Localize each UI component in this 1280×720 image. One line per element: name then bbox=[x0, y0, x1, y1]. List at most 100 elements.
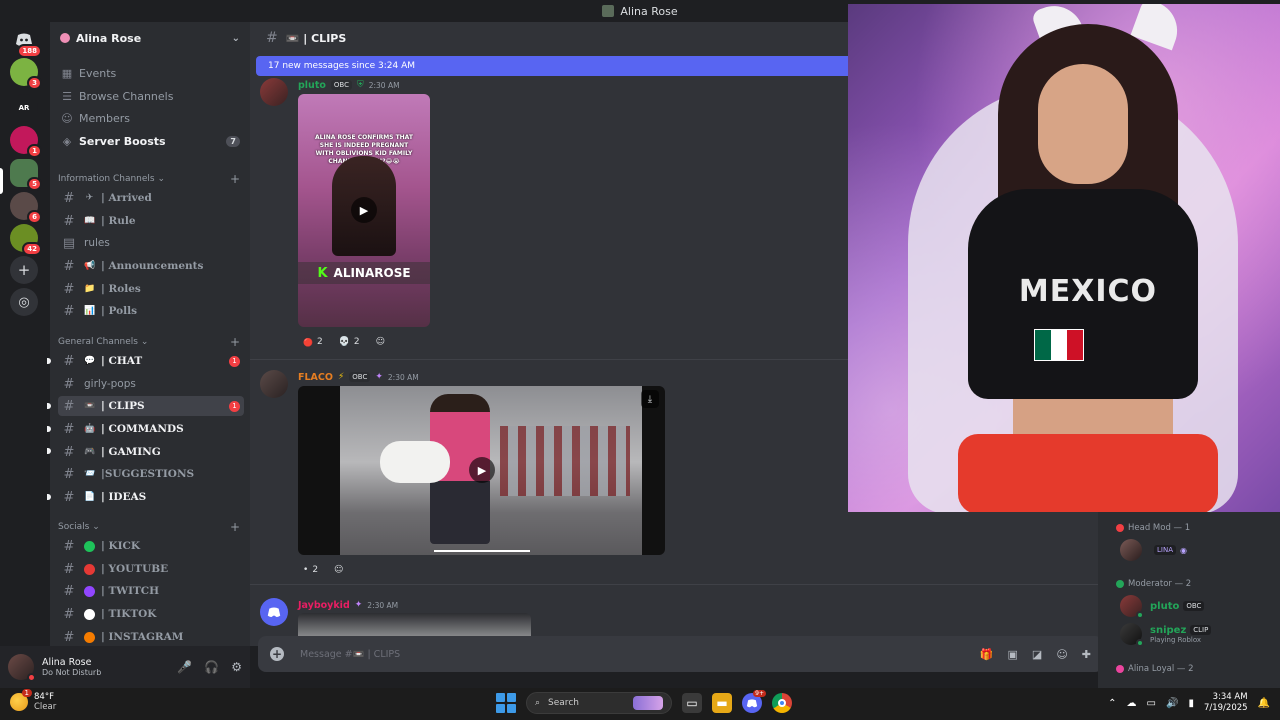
channel-girly-pops[interactable]: # girly-pops bbox=[58, 374, 244, 394]
channel-chat[interactable]: # 💬 | CHAT 1 bbox=[58, 351, 244, 371]
add-attachment-icon[interactable]: + bbox=[270, 647, 284, 661]
message-author[interactable]: FLACO bbox=[298, 372, 333, 383]
members-icon: ☺ bbox=[61, 111, 73, 125]
clock-date: 7/19/2025 bbox=[1203, 703, 1248, 713]
sticker-icon[interactable]: ◪ bbox=[1032, 648, 1042, 661]
gift-icon[interactable]: 🎁 bbox=[980, 648, 994, 661]
notification-bell-icon[interactable]: 🔔 bbox=[1258, 698, 1270, 709]
chevron-down-icon: ⌄ bbox=[231, 32, 240, 44]
nav-server-boosts[interactable]: ◈ Server Boosts 7 bbox=[58, 131, 244, 151]
category-general[interactable]: General Channels ⌄ + bbox=[58, 335, 244, 349]
hash-icon: # bbox=[63, 629, 75, 645]
server-icon-5[interactable]: 5 bbox=[10, 159, 42, 191]
member-item[interactable]: snipez CLIP Playing Roblox bbox=[1120, 622, 1212, 647]
plus-icon: + bbox=[17, 261, 31, 279]
role-icon bbox=[1116, 665, 1124, 673]
channel-announcements[interactable]: # 📢 | Announcements bbox=[58, 256, 244, 276]
user-avatar[interactable] bbox=[8, 654, 36, 682]
channel-suggestions[interactable]: # 📨 |SUGGESTIONS bbox=[58, 464, 244, 484]
channel-gaming[interactable]: # 🎮 | GAMING bbox=[58, 442, 244, 462]
gif-icon[interactable]: ▣ bbox=[1008, 648, 1018, 661]
hash-icon: # bbox=[63, 303, 75, 319]
taskbar-clock[interactable]: 3:34 AM 7/19/2025 bbox=[1204, 692, 1248, 714]
server-name: Alina Rose bbox=[76, 31, 142, 45]
video-progress[interactable] bbox=[434, 550, 530, 552]
add-server-button[interactable]: + bbox=[10, 256, 38, 284]
reaction[interactable]: 💀 2 bbox=[334, 335, 365, 349]
channel-instagram[interactable]: # | INSTAGRAM bbox=[58, 627, 244, 646]
channel-kick[interactable]: # | KICK bbox=[58, 536, 244, 556]
channel-polls[interactable]: # 📊 | Polls bbox=[58, 301, 244, 321]
chrome-icon[interactable] bbox=[772, 693, 792, 713]
add-reaction-icon[interactable]: ☺ bbox=[371, 335, 390, 349]
category-information[interactable]: Information Channels ⌄ + bbox=[58, 172, 244, 186]
headphones-icon[interactable]: 🎧 bbox=[204, 660, 219, 674]
server-header[interactable]: Alina Rose ⌄ bbox=[50, 22, 250, 54]
apps-icon[interactable]: ✚ bbox=[1082, 648, 1091, 661]
message-avatar[interactable] bbox=[260, 598, 288, 626]
new-messages-bar[interactable]: 17 new messages since 3:24 AM bbox=[256, 56, 848, 76]
add-channel-icon[interactable]: + bbox=[230, 520, 240, 534]
battery-icon[interactable]: ▮ bbox=[1188, 698, 1194, 709]
channel-clips[interactable]: # 📼 | CLIPS 1 bbox=[58, 396, 244, 416]
channel-tiktok[interactable]: # | TIKTOK bbox=[58, 604, 244, 624]
server-icon-7[interactable]: 42 bbox=[10, 224, 42, 256]
chevron-up-icon[interactable]: ⌃ bbox=[1108, 698, 1116, 709]
nav-events[interactable]: ▦ Events bbox=[58, 63, 244, 83]
channel-roles[interactable]: # 📁 | Roles bbox=[58, 279, 244, 299]
message-avatar[interactable] bbox=[260, 370, 288, 398]
channel-commands[interactable]: # 🤖 | COMMANDS bbox=[58, 419, 244, 439]
add-channel-icon[interactable]: + bbox=[230, 335, 240, 349]
nav-browse-channels[interactable]: ☰ Browse Channels bbox=[58, 86, 244, 106]
message-time: 2:30 AM bbox=[367, 600, 399, 610]
webcam-person-face bbox=[1038, 64, 1128, 184]
channel-youtube[interactable]: # | YOUTUBE bbox=[58, 559, 244, 579]
file-explorer-icon[interactable]: ▬ bbox=[712, 693, 732, 713]
reaction[interactable]: • 2 bbox=[298, 563, 323, 577]
member-item[interactable]: LINA ◉ bbox=[1120, 538, 1187, 562]
channel-ideas[interactable]: # 📄 | IDEAS bbox=[58, 487, 244, 507]
category-label: General Channels bbox=[58, 337, 138, 347]
download-icon[interactable]: ⤓ bbox=[641, 390, 659, 408]
play-icon[interactable]: ▶ bbox=[469, 457, 495, 483]
message-author[interactable]: pluto bbox=[298, 80, 326, 91]
weather-widget[interactable]: 1 84°F Clear bbox=[10, 689, 56, 712]
nav-members[interactable]: ☺ Members bbox=[58, 108, 244, 128]
discord-home-button[interactable]: 188 bbox=[10, 26, 42, 58]
volume-icon[interactable]: 🔊 bbox=[1166, 698, 1178, 709]
server-icon-6[interactable]: 6 bbox=[10, 192, 42, 224]
taskbar-search[interactable]: ⌕ Search bbox=[526, 692, 672, 714]
message-composer[interactable]: + Message #📼 | CLIPS 🎁 ▣ ◪ ☺ ✚ bbox=[258, 636, 1103, 672]
play-icon[interactable]: ▶ bbox=[351, 197, 377, 223]
hash-icon: # bbox=[63, 258, 75, 274]
server-icon-ar[interactable]: AR bbox=[10, 94, 38, 122]
channel-arrived[interactable]: # ✈ | Arrived bbox=[58, 188, 244, 208]
microphone-icon[interactable]: 🎤 bbox=[177, 660, 192, 674]
compass-icon: ◎ bbox=[18, 294, 30, 310]
explore-servers-button[interactable]: ◎ bbox=[10, 288, 38, 316]
channel-rule[interactable]: # 📖 | Rule bbox=[58, 211, 244, 231]
gear-icon[interactable]: ⚙ bbox=[231, 660, 242, 674]
message-author[interactable]: Jayboykid bbox=[298, 600, 350, 611]
hash-icon: # bbox=[63, 421, 75, 437]
channel-twitch[interactable]: # | TWITCH bbox=[58, 581, 244, 601]
discord-taskbar-icon[interactable]: 9+ bbox=[742, 690, 766, 713]
cloud-icon[interactable]: ☁ bbox=[1127, 698, 1137, 709]
task-view-icon[interactable]: ▭ bbox=[682, 693, 702, 713]
server-badge: 42 bbox=[22, 242, 42, 256]
category-socials[interactable]: Socials ⌄ + bbox=[58, 520, 244, 534]
add-channel-icon[interactable]: + bbox=[230, 172, 240, 186]
reaction[interactable]: 🔴 2 bbox=[298, 335, 328, 349]
kick-logo-icon: K bbox=[317, 265, 328, 281]
channel-rules[interactable]: ▤ rules bbox=[58, 233, 244, 253]
windows-start-icon[interactable] bbox=[496, 693, 516, 713]
server-icon-4[interactable]: 1 bbox=[10, 126, 42, 158]
emoji-icon[interactable]: ☺ bbox=[1056, 648, 1067, 661]
message-avatar[interactable] bbox=[260, 78, 288, 106]
member-item[interactable]: pluto OBC bbox=[1120, 594, 1205, 619]
video-attachment[interactable]: ALINA ROSE CONFIRMS THAT SHE IS INDEED P… bbox=[298, 94, 430, 327]
network-icon[interactable]: ▭ bbox=[1147, 698, 1156, 709]
server-icon-2[interactable]: 3 bbox=[10, 58, 42, 90]
video-attachment[interactable]: ▶ ⤓ bbox=[298, 386, 665, 555]
add-reaction-icon[interactable]: ☺ bbox=[329, 563, 348, 577]
